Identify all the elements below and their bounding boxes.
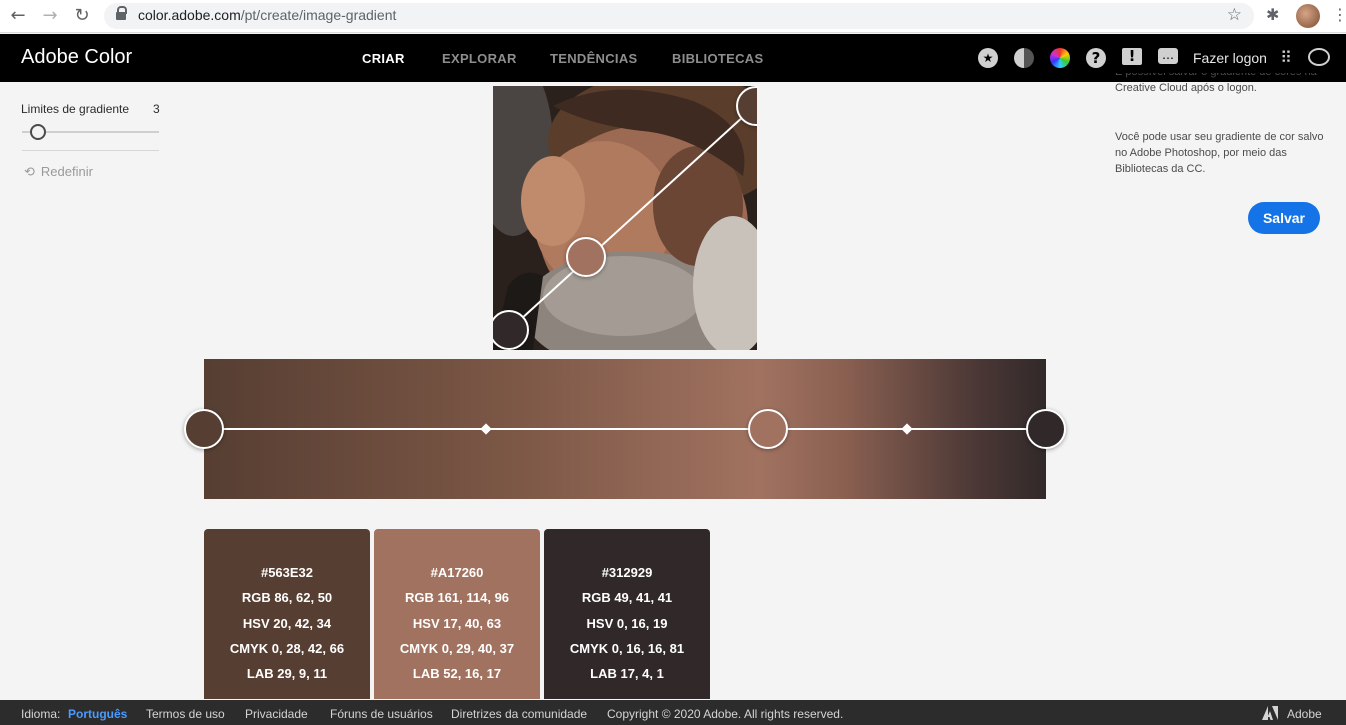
forward-icon[interactable]: → [38,5,62,27]
save-info-text-content: É possível salvar o gradiente de cores n… [1115,73,1317,94]
feedback-icon[interactable]: ! [1122,48,1142,65]
gradient-stop[interactable] [748,409,788,449]
swatch-rgb: RGB 49, 41, 41 [581,590,673,605]
swatch-hex: #A17260 [430,565,484,580]
address-bar[interactable]: color.adobe.com/pt/create/image-gradient… [104,3,1254,29]
swatch-lab: LAB 52, 16, 17 [412,666,502,681]
gradient-limits-label: Limites de gradiente [21,102,130,116]
color-wheel-icon[interactable] [1050,48,1070,68]
reset-label: Redefinir [40,164,93,179]
save-button[interactable]: Salvar [1248,202,1320,234]
sidebar-divider [22,150,159,151]
swatch-rgb: RGB 86, 62, 50 [241,590,333,605]
swatch-hsv: HSV 0, 16, 19 [586,616,668,631]
brand-logo[interactable]: Adobe Color [21,46,132,69]
swatch-cmyk: CMYK 0, 16, 16, 81 [569,641,685,656]
guidelines-link[interactable]: Diretrizes da comunidade [451,707,587,721]
star-icon[interactable]: ☆ [1227,5,1242,25]
footer: Idioma: Português Termos de uso Privacid… [0,700,1346,725]
tab-explorar[interactable]: EXPLORAR [442,51,517,66]
gradient-stop[interactable] [184,409,224,449]
source-image[interactable] [493,86,757,350]
gradient-limits-value: 3 [153,102,160,116]
creative-cloud-icon[interactable] [1308,48,1330,66]
back-icon[interactable]: ← [6,5,30,27]
reset-icon: ⟲ [24,165,35,180]
tab-bibliotecas[interactable]: BIBLIOTECAS [672,51,763,66]
color-swatch[interactable]: #312929 RGB 49, 41, 41 HSV 0, 16, 19 CMY… [544,529,710,699]
lock-icon[interactable] [116,6,127,21]
apps-grid-icon[interactable]: ⠿ [1276,48,1296,68]
kebab-icon[interactable]: ⋮ [1332,5,1346,24]
swatch-cmyk: CMYK 0, 28, 42, 66 [229,641,345,656]
gradient-stop[interactable] [1026,409,1066,449]
save-info-text: É possível salvar o gradiente de cores n… [1115,73,1330,107]
gradient-line [204,428,1046,430]
help-icon[interactable]: ? [1086,48,1106,68]
chat-icon[interactable]: … [1158,48,1178,64]
reload-icon[interactable]: ↻ [70,5,94,27]
puzzle-icon[interactable]: ✱ [1266,5,1279,24]
login-link[interactable]: Fazer logon [1193,50,1267,66]
copyright-text: Copyright © 2020 Adobe. All rights reser… [607,707,844,721]
tab-criar[interactable]: CRIAR [362,51,405,66]
swatch-rgb: RGB 161, 114, 96 [404,590,510,605]
swatch-hsv: HSV 17, 40, 63 [412,616,502,631]
source-photo-art [493,86,757,350]
privacy-link[interactable]: Privacidade [245,707,308,721]
url-host: color.adobe.com [138,7,241,23]
tab-tendencias[interactable]: TENDÊNCIAS [550,51,638,66]
star-badge-icon[interactable]: ★ [978,48,998,68]
forums-link[interactable]: Fóruns de usuários [330,707,433,721]
url-text[interactable]: color.adobe.com/pt/create/image-gradient [138,7,396,23]
slider-thumb[interactable] [30,124,46,140]
language-label: Idioma: [21,707,61,721]
swatch-hsv: HSV 20, 42, 34 [242,616,332,631]
color-swatch[interactable]: #563E32 RGB 86, 62, 50 HSV 20, 42, 34 CM… [204,529,370,699]
reset-button[interactable]: ⟲ Redefinir [24,164,93,180]
contrast-icon[interactable] [1014,48,1034,68]
swatch-cmyk: CMYK 0, 29, 40, 37 [399,641,515,656]
adobe-logo-icon [1262,706,1278,720]
browser-toolbar: ← → ↻ color.adobe.com/pt/create/image-gr… [0,0,1346,33]
swatch-hex: #312929 [601,565,653,580]
swatch-lab: LAB 29, 9, 11 [246,666,328,681]
swatch-hex: #563E32 [260,565,314,580]
language-select[interactable]: Português [68,707,127,721]
adobe-link[interactable]: Adobe [1287,707,1322,721]
avatar[interactable] [1296,4,1320,28]
terms-link[interactable]: Termos de uso [146,707,225,721]
url-path: /pt/create/image-gradient [240,7,397,23]
image-sample-point[interactable] [566,237,606,277]
color-swatch[interactable]: #A17260 RGB 161, 114, 96 HSV 17, 40, 63 … [374,529,540,699]
photoshop-info-text: Você pode usar seu gradiente de cor salv… [1115,131,1324,175]
swatch-lab: LAB 17, 4, 1 [590,666,664,681]
